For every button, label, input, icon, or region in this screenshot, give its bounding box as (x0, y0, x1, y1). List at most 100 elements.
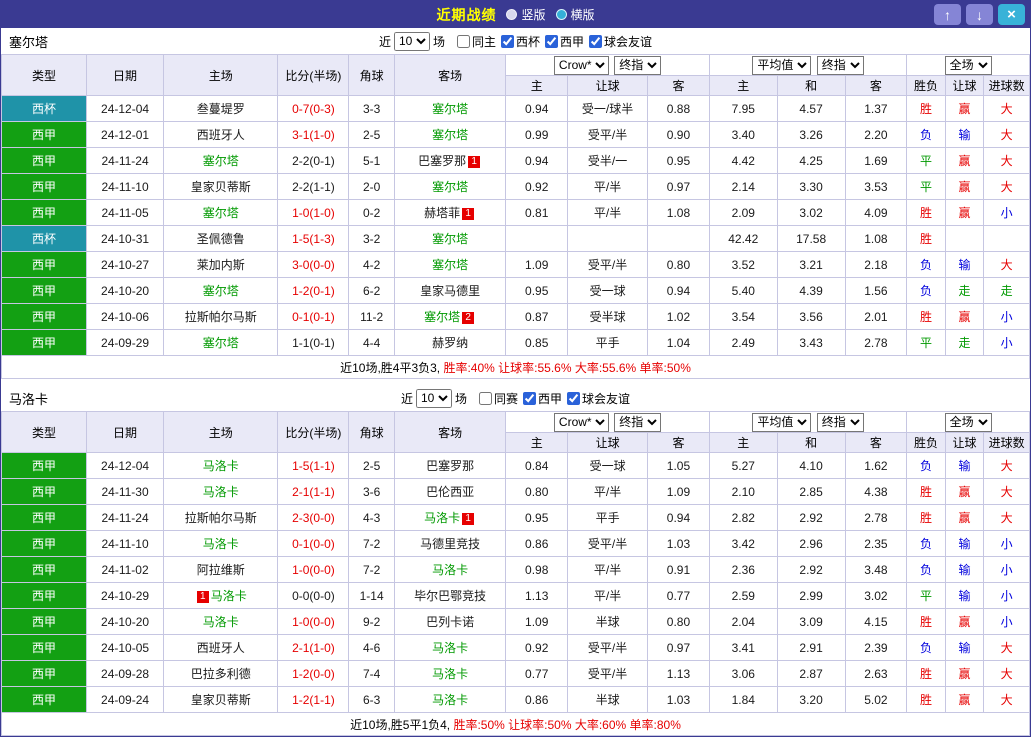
home-team-link[interactable]: 皇家贝蒂斯 (191, 180, 251, 194)
average-select[interactable]: 平均值 (752, 412, 812, 432)
away-team-link[interactable]: 塞尔塔 (432, 128, 468, 142)
score-cell[interactable]: 2-1(1-0) (277, 634, 350, 661)
corner-cell: 7-2 (348, 530, 395, 557)
checkbox-input[interactable] (478, 391, 492, 405)
away-team-cell: 马洛卡 (393, 686, 507, 713)
filter-checkbox[interactable]: 西甲 (523, 390, 562, 407)
away-team-link[interactable]: 马洛卡 (432, 563, 468, 577)
home-team-link[interactable]: 塞尔塔 (203, 206, 239, 220)
odds-time-select[interactable]: 终指 (614, 412, 662, 432)
score-cell[interactable]: 2-2(0-1) (277, 147, 350, 174)
filter-checkbox[interactable]: 球会友谊 (567, 390, 630, 407)
score-cell[interactable]: 2-3(0-0) (277, 504, 350, 531)
score-text: 2-1(1-1) (292, 484, 335, 499)
score-cell[interactable]: 3-0(0-0) (277, 251, 350, 278)
move-up-button[interactable]: ↑ (934, 4, 961, 25)
score-cell[interactable]: 1-5(1-1) (277, 452, 350, 479)
home-team-link[interactable]: 马洛卡 (211, 589, 247, 603)
home-team-link[interactable]: 莱加内斯 (197, 258, 245, 272)
checkbox-input[interactable] (545, 34, 559, 48)
home-team-link[interactable]: 马洛卡 (203, 485, 239, 499)
filter-checkbox[interactable]: 同主 (456, 33, 496, 50)
score-cell[interactable]: 1-2(1-1) (277, 686, 350, 713)
home-team-link[interactable]: 塞尔塔 (203, 336, 239, 350)
average-time-select[interactable]: 终指 (816, 412, 864, 432)
checkbox-input[interactable] (456, 34, 470, 48)
home-team-link[interactable]: 巴拉多利德 (191, 667, 251, 681)
away-team-link[interactable]: 赫塔菲 (424, 206, 460, 220)
score-cell[interactable]: 2-2(1-1) (277, 173, 350, 200)
score-cell[interactable]: 1-0(1-0) (277, 199, 350, 226)
away-team-link[interactable]: 毕尔巴鄂竞技 (414, 589, 486, 603)
odds-time-select[interactable]: 终指 (614, 55, 662, 75)
home-team-link[interactable]: 马洛卡 (203, 615, 239, 629)
layout-vertical-radio[interactable]: 竖版 (506, 6, 546, 23)
away-team-link[interactable]: 塞尔塔 (432, 180, 468, 194)
home-team-link[interactable]: 西班牙人 (197, 641, 245, 655)
scope-select[interactable]: 全场 (944, 55, 992, 75)
away-team-link[interactable]: 皇家马德里 (420, 284, 480, 298)
checkbox-input[interactable] (589, 34, 603, 48)
away-team-link[interactable]: 塞尔塔 (432, 102, 468, 116)
checkbox-input[interactable] (567, 391, 581, 405)
score-cell[interactable]: 0-1(0-0) (277, 530, 350, 557)
home-team-link[interactable]: 圣佩德鲁 (197, 232, 245, 246)
away-team-link[interactable]: 巴伦西亚 (426, 485, 474, 499)
score-cell[interactable]: 1-1(0-1) (277, 329, 350, 356)
average-select[interactable]: 平均值 (752, 55, 812, 75)
score-cell[interactable]: 1-0(0-0) (277, 556, 350, 583)
filter-checkbox[interactable]: 同赛 (478, 390, 518, 407)
away-team-link[interactable]: 马德里竞技 (420, 537, 480, 551)
away-team-link[interactable]: 塞尔塔 (424, 310, 460, 324)
layout-horizontal-radio[interactable]: 横版 (555, 6, 595, 23)
home-team-link[interactable]: 叁蔓堤罗 (197, 102, 245, 116)
home-team-link[interactable]: 马洛卡 (203, 537, 239, 551)
away-team-link[interactable]: 赫罗纳 (432, 336, 468, 350)
score-cell[interactable]: 3-1(1-0) (277, 121, 350, 148)
score-cell[interactable]: 1-2(0-0) (277, 660, 350, 687)
handicap-line: 受一球 (567, 452, 649, 479)
filter-checkbox[interactable]: 球会友谊 (589, 33, 652, 50)
handicap-home-odds: 0.86 (505, 530, 569, 557)
away-team-link[interactable]: 马洛卡 (432, 641, 468, 655)
score-cell[interactable]: 0-1(0-1) (277, 303, 350, 330)
result-handicap: 赢 (944, 478, 985, 505)
home-team-link[interactable]: 拉斯帕尔马斯 (185, 511, 257, 525)
checkbox-input[interactable] (501, 34, 514, 48)
score-cell[interactable]: 1-5(1-3) (277, 225, 350, 252)
home-team-link[interactable]: 皇家贝蒂斯 (191, 693, 251, 707)
filter-checkbox[interactable]: 西甲 (545, 33, 584, 50)
away-team-link[interactable]: 塞尔塔 (432, 258, 468, 272)
close-button[interactable]: × (998, 4, 1025, 25)
score-cell[interactable]: 1-0(0-0) (277, 608, 350, 635)
away-team-link[interactable]: 马洛卡 (424, 511, 460, 525)
away-team-link[interactable]: 巴塞罗那 (426, 459, 474, 473)
average-time-select[interactable]: 终指 (816, 55, 864, 75)
score-cell[interactable]: 0-7(0-3) (277, 95, 350, 122)
away-team-link[interactable]: 巴列卡诺 (426, 615, 474, 629)
away-team-link[interactable]: 巴塞罗那 (418, 154, 466, 168)
home-team-link[interactable]: 拉斯帕尔马斯 (185, 310, 257, 324)
move-down-button[interactable]: ↓ (966, 4, 993, 25)
home-team-link[interactable]: 塞尔塔 (203, 284, 239, 298)
away-team-link[interactable]: 塞尔塔 (432, 232, 468, 246)
score-cell[interactable]: 0-0(0-0) (277, 582, 350, 609)
home-team-cell: 马洛卡 (163, 608, 279, 635)
recent-count-select[interactable]: 10 (415, 388, 452, 408)
score-cell[interactable]: 2-1(1-1) (277, 478, 350, 505)
away-team-link[interactable]: 马洛卡 (432, 667, 468, 681)
handicap-home-odds: 0.87 (505, 303, 569, 330)
odds-provider-select[interactable]: Crow* (553, 55, 609, 75)
home-team-link[interactable]: 阿拉维斯 (197, 563, 245, 577)
home-team-link[interactable]: 塞尔塔 (203, 154, 239, 168)
recent-count-select[interactable]: 10 (393, 31, 430, 51)
filter-checkbox[interactable]: 西杯 (501, 33, 540, 50)
odds-provider-select[interactable]: Crow* (553, 412, 609, 432)
scope-select[interactable]: 全场 (944, 412, 992, 432)
home-team-link[interactable]: 西班牙人 (197, 128, 245, 142)
away-team-link[interactable]: 马洛卡 (432, 693, 468, 707)
checkbox-input[interactable] (523, 391, 536, 405)
home-team-link[interactable]: 马洛卡 (203, 459, 239, 473)
score-cell[interactable]: 1-2(0-1) (277, 277, 350, 304)
avg-home-odds: 3.41 (708, 634, 778, 661)
